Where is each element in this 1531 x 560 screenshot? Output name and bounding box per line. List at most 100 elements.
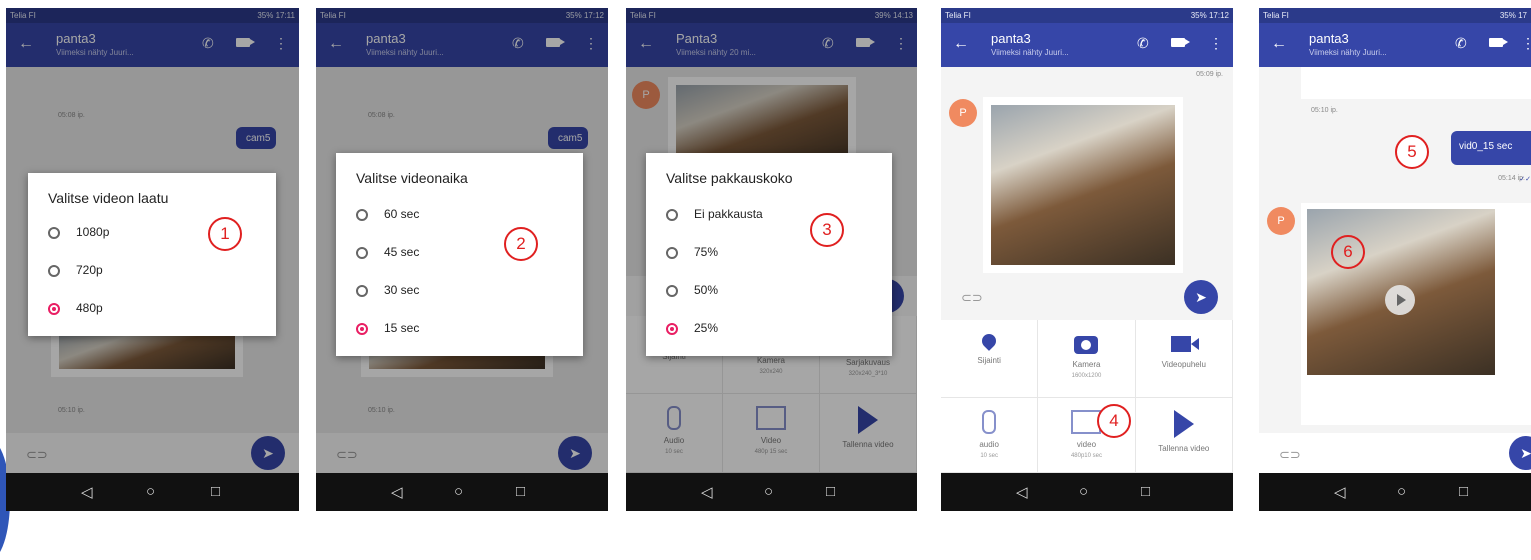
message-composer[interactable]: ⊂⊃ ➤ bbox=[941, 276, 1233, 320]
radio-unchecked-icon[interactable] bbox=[48, 264, 60, 277]
attachment-grid: Sijainti Kamera 1600x1200 Videopuhelu aud… bbox=[941, 320, 1233, 473]
camera-icon bbox=[1074, 336, 1099, 354]
nav-home-icon[interactable]: ○ bbox=[146, 483, 155, 500]
radio-option-60-sec[interactable]: 60 sec bbox=[356, 207, 419, 221]
radio-option-no-compression[interactable]: Ei pakkausta bbox=[666, 207, 763, 221]
android-nav-bar: ◁ ○ □ bbox=[626, 473, 917, 511]
grid-item-audio[interactable]: audio 10 sec bbox=[941, 398, 1039, 473]
grid-label: Kamera bbox=[1072, 360, 1101, 369]
more-options-icon[interactable]: ⋮ bbox=[1209, 35, 1223, 52]
radio-option-1080p[interactable]: 1080p bbox=[48, 225, 109, 239]
radio-option-50[interactable]: 50% bbox=[666, 283, 718, 297]
nav-home-icon[interactable]: ○ bbox=[1079, 483, 1088, 500]
radio-option-75[interactable]: 75% bbox=[666, 245, 718, 259]
battery-time-label: 35% 17:12 bbox=[1190, 11, 1229, 20]
radio-unchecked-icon[interactable] bbox=[666, 246, 678, 259]
step-number-annotation: 2 bbox=[504, 227, 538, 261]
radio-unchecked-icon[interactable] bbox=[666, 208, 678, 221]
attach-icon[interactable]: ⊂⊃ bbox=[961, 290, 983, 306]
phone-call-icon[interactable]: ✆ bbox=[1137, 35, 1149, 52]
nav-back-icon[interactable]: ◁ bbox=[391, 483, 403, 501]
video-camera-icon bbox=[1170, 336, 1199, 352]
nav-recent-icon[interactable]: □ bbox=[1459, 483, 1468, 500]
grid-label: video bbox=[1076, 440, 1097, 449]
radio-option-720p[interactable]: 720p bbox=[48, 263, 103, 277]
send-button[interactable]: ➤ bbox=[1509, 436, 1531, 470]
radio-option-25[interactable]: 25% bbox=[666, 321, 718, 335]
grid-item-kamera[interactable]: Kamera 1600x1200 bbox=[1038, 320, 1136, 398]
grid-label: Sijainti bbox=[977, 356, 1001, 365]
nav-recent-icon[interactable]: □ bbox=[826, 483, 835, 500]
radio-option-30-sec[interactable]: 30 sec bbox=[356, 283, 419, 297]
radio-option-45-sec[interactable]: 45 sec bbox=[356, 245, 419, 259]
option-label: 25% bbox=[694, 321, 719, 335]
play-icon bbox=[1173, 410, 1194, 438]
phone-screenshot-4: Telia FI 35% 17:12 ← panta3 Viimeksi näh… bbox=[941, 8, 1233, 511]
last-seen-label: Viimeksi nähty Juuri... bbox=[1309, 48, 1387, 57]
message-time: 05:10 ip. bbox=[1311, 107, 1338, 114]
location-pin-icon bbox=[979, 331, 1000, 351]
radio-option-15-sec[interactable]: 15 sec bbox=[356, 321, 419, 335]
grid-item-sijainti[interactable]: Sijainti bbox=[941, 320, 1039, 398]
back-arrow-icon[interactable]: ← bbox=[953, 35, 969, 53]
nav-home-icon[interactable]: ○ bbox=[454, 483, 463, 500]
radio-unchecked-icon[interactable] bbox=[356, 284, 368, 297]
nav-back-icon[interactable]: ◁ bbox=[1016, 483, 1028, 501]
radio-unchecked-icon[interactable] bbox=[666, 284, 678, 297]
carrier-label: Telia FI bbox=[945, 11, 971, 20]
app-bar: ← panta3 Viimeksi nähty Juuri... ✆ ⋮ bbox=[941, 23, 1233, 67]
grid-sublabel: 10 sec bbox=[980, 453, 998, 459]
radio-unchecked-icon[interactable] bbox=[356, 246, 368, 259]
status-bar: Telia FI 35% 17:12 bbox=[941, 8, 1233, 23]
nav-home-icon[interactable]: ○ bbox=[1397, 483, 1406, 500]
send-button[interactable]: ➤ bbox=[1184, 280, 1218, 314]
nav-recent-icon[interactable]: □ bbox=[211, 483, 220, 500]
step-number-annotation: 4 bbox=[1097, 404, 1131, 438]
phone-screenshot-5: Telia FI 35% 17 ← panta3 Viimeksi nähty … bbox=[1259, 8, 1531, 511]
option-label: 480p bbox=[76, 301, 103, 315]
radio-unchecked-icon[interactable] bbox=[48, 226, 60, 239]
video-quality-dialog: Valitse videon laatu 1080p 720p 480p 1 bbox=[28, 173, 276, 336]
nav-back-icon[interactable]: ◁ bbox=[701, 483, 713, 501]
more-options-icon[interactable]: ⋮ bbox=[1521, 35, 1531, 52]
android-nav-bar: ◁ ○ □ bbox=[6, 473, 299, 511]
radio-checked-icon[interactable] bbox=[666, 322, 678, 335]
avatar: P bbox=[949, 99, 977, 127]
nav-back-icon[interactable]: ◁ bbox=[81, 483, 93, 501]
grid-item-tallenna-video[interactable]: Tallenna video bbox=[1135, 398, 1233, 473]
avatar: P bbox=[1267, 207, 1295, 235]
message-time: 05:09 ip. bbox=[1196, 71, 1223, 78]
grid-sublabel: 1600x1200 bbox=[1071, 373, 1102, 379]
android-nav-bar: ◁ ○ □ bbox=[316, 473, 608, 511]
android-nav-bar: ◁ ○ □ bbox=[1259, 473, 1531, 511]
delivered-check-icon: ✓✓ bbox=[1519, 176, 1531, 183]
attach-icon[interactable]: ⊂⊃ bbox=[1279, 447, 1301, 463]
dialog-title: Valitse pakkauskoko bbox=[666, 170, 793, 186]
nav-recent-icon[interactable]: □ bbox=[516, 483, 525, 500]
contact-name: panta3 bbox=[1309, 31, 1349, 46]
grid-label: audio bbox=[979, 440, 999, 449]
nav-back-icon[interactable]: ◁ bbox=[1334, 483, 1346, 501]
message-composer[interactable]: ⊂⊃ ➤ bbox=[1259, 433, 1531, 473]
last-seen-label: Viimeksi nähty Juuri... bbox=[991, 48, 1069, 57]
grid-item-videopuhelu[interactable]: Videopuhelu bbox=[1135, 320, 1233, 398]
option-label: 1080p bbox=[76, 225, 110, 239]
video-call-icon[interactable] bbox=[1171, 38, 1190, 47]
radio-unchecked-icon[interactable] bbox=[356, 208, 368, 221]
grid-label: Videopuhelu bbox=[1161, 360, 1206, 369]
nav-home-icon[interactable]: ○ bbox=[764, 483, 773, 500]
outgoing-video-message-bubble[interactable]: vid0_15 sec bbox=[1451, 131, 1531, 165]
radio-checked-icon[interactable] bbox=[48, 302, 60, 315]
nav-recent-icon[interactable]: □ bbox=[1141, 483, 1150, 500]
radio-checked-icon[interactable] bbox=[356, 322, 368, 335]
video-duration-dialog: Valitse videonaika 60 sec 45 sec 30 sec … bbox=[336, 153, 583, 356]
image-message[interactable] bbox=[983, 97, 1183, 273]
phone-call-icon[interactable]: ✆ bbox=[1455, 35, 1467, 52]
radio-option-480p[interactable]: 480p bbox=[48, 301, 103, 315]
compression-size-dialog: Valitse pakkauskoko Ei pakkausta 75% 50%… bbox=[646, 153, 892, 356]
option-label: 45 sec bbox=[384, 245, 420, 259]
video-call-icon[interactable] bbox=[1489, 38, 1508, 47]
back-arrow-icon[interactable]: ← bbox=[1271, 35, 1287, 53]
play-button-icon[interactable] bbox=[1385, 285, 1415, 315]
carrier-label: Telia FI bbox=[1263, 11, 1289, 20]
